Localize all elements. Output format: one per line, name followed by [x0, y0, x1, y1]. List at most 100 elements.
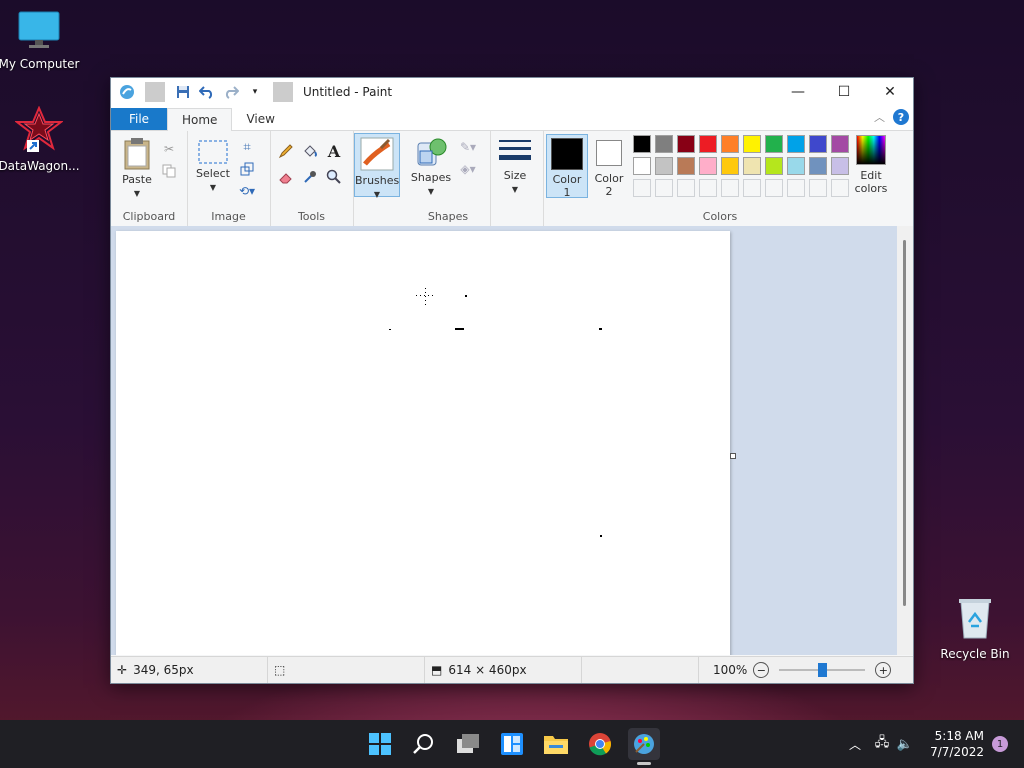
shapes-button[interactable]: Shapes ▼: [410, 137, 452, 197]
empty-color-swatch[interactable]: [809, 179, 827, 197]
canvas-mark: [599, 328, 602, 330]
search-button[interactable]: [408, 728, 440, 760]
color-swatch[interactable]: [699, 135, 717, 153]
color-swatch[interactable]: [721, 135, 739, 153]
zoom-in-icon[interactable]: +: [875, 662, 892, 678]
canvas-resize-handle[interactable]: [730, 453, 736, 459]
resize-icon[interactable]: [237, 159, 257, 179]
clock[interactable]: 5:18 AM 7/7/2022: [926, 728, 984, 760]
desktop-icon-my-computer[interactable]: My Computer: [0, 10, 81, 71]
widgets-button[interactable]: [496, 728, 528, 760]
network-icon[interactable]: 🖧: [870, 733, 894, 755]
magnifier-icon[interactable]: [324, 167, 344, 187]
color-swatch[interactable]: [765, 135, 783, 153]
color-swatch[interactable]: [655, 135, 673, 153]
minimize-button[interactable]: —: [775, 78, 821, 106]
size-button[interactable]: Size ▼: [496, 137, 534, 195]
chrome-button[interactable]: [584, 728, 616, 760]
text-icon[interactable]: A: [324, 141, 344, 161]
vertical-scrollbar[interactable]: [897, 226, 913, 655]
color-swatch[interactable]: [831, 157, 849, 175]
paint-app-icon[interactable]: [117, 82, 137, 102]
empty-color-swatch[interactable]: [655, 179, 673, 197]
color-swatch[interactable]: [677, 135, 695, 153]
color-swatch[interactable]: [633, 135, 651, 153]
color-picker-icon[interactable]: [300, 167, 320, 187]
move-cursor-icon: ✛: [117, 663, 128, 677]
desktop-icon-recycle-bin[interactable]: Recycle Bin: [933, 596, 1017, 661]
fill-shape-icon[interactable]: ◈▾: [458, 159, 478, 179]
customize-qa-icon[interactable]: ▾: [245, 82, 265, 102]
rotate-icon[interactable]: ⟲▾: [237, 181, 257, 201]
group-label: Colors: [702, 210, 738, 223]
shapes-label: Shapes: [410, 171, 452, 184]
color-swatch[interactable]: [633, 157, 651, 175]
divider: [145, 82, 165, 102]
dropdown-arrow-icon: ▼: [209, 183, 217, 192]
empty-color-swatch[interactable]: [633, 179, 651, 197]
close-button[interactable]: ✕: [867, 78, 913, 106]
fill-icon[interactable]: [300, 141, 320, 161]
maximize-button[interactable]: ☐: [821, 78, 867, 106]
show-hidden-icons-icon[interactable]: ︿: [846, 736, 864, 753]
color-swatch[interactable]: [831, 135, 849, 153]
zoom-out-icon[interactable]: −: [753, 662, 770, 678]
empty-color-swatch[interactable]: [743, 179, 761, 197]
copy-icon[interactable]: [159, 161, 179, 181]
brush-icon: [360, 137, 394, 171]
paint-taskbar-button[interactable]: [628, 728, 660, 765]
color1-swatch: [551, 138, 583, 170]
color-swatch[interactable]: [809, 135, 827, 153]
color-swatch[interactable]: [743, 157, 761, 175]
empty-color-swatch[interactable]: [699, 179, 717, 197]
save-icon[interactable]: [173, 82, 193, 102]
color2-button[interactable]: Color 2: [589, 134, 629, 198]
color-swatch[interactable]: [677, 157, 695, 175]
select-button[interactable]: Select ▼: [193, 139, 233, 193]
volume-icon[interactable]: 🔈: [894, 737, 916, 752]
color-swatch[interactable]: [765, 157, 783, 175]
paste-button[interactable]: Paste ▼: [117, 137, 157, 199]
desktop-icon-datawagon[interactable]: DataWagon...: [0, 105, 81, 173]
tab-file[interactable]: File: [111, 108, 167, 130]
folder-icon: [544, 736, 568, 754]
notification-badge[interactable]: 1: [992, 736, 1008, 752]
tab-view[interactable]: View: [232, 108, 288, 130]
color-swatch[interactable]: [655, 157, 673, 175]
color-swatch[interactable]: [809, 157, 827, 175]
empty-color-swatch[interactable]: [831, 179, 849, 197]
ribbon-tabs: File Home View ︿ ?: [111, 106, 913, 131]
color1-button[interactable]: Color 1: [546, 134, 588, 199]
file-explorer-button[interactable]: [540, 728, 572, 760]
pencil-icon[interactable]: [276, 141, 296, 161]
empty-color-swatch[interactable]: [787, 179, 805, 197]
undo-icon[interactable]: [197, 82, 217, 102]
color2-swatch: [596, 140, 622, 166]
color-swatch[interactable]: [787, 157, 805, 175]
zoom-slider-thumb[interactable]: [817, 663, 827, 677]
clock-date: 7/7/2022: [930, 745, 984, 759]
redo-icon[interactable]: [221, 82, 241, 102]
task-view-button[interactable]: [452, 728, 484, 760]
color-swatch[interactable]: [743, 135, 761, 153]
tab-home[interactable]: Home: [167, 108, 233, 131]
outline-icon[interactable]: ✎▾: [458, 137, 478, 157]
empty-color-swatch[interactable]: [721, 179, 739, 197]
cut-icon[interactable]: ✂: [159, 139, 179, 159]
collapse-ribbon-icon[interactable]: ︿: [874, 109, 885, 125]
color-swatch[interactable]: [721, 157, 739, 175]
system-tray: ︿ 🖧 🔈 5:18 AM 7/7/2022 1: [846, 720, 1008, 768]
empty-color-swatch[interactable]: [765, 179, 783, 197]
help-icon[interactable]: ?: [893, 109, 909, 125]
start-button[interactable]: [364, 728, 396, 760]
drawing-canvas[interactable]: [116, 231, 730, 655]
zoom-slider[interactable]: [779, 663, 866, 677]
crop-icon[interactable]: ⌗: [237, 137, 257, 157]
edit-colors-button[interactable]: Edit colors: [851, 135, 891, 195]
empty-color-swatch[interactable]: [677, 179, 695, 197]
color-swatch[interactable]: [787, 135, 805, 153]
brushes-button[interactable]: Brushes ▼: [354, 133, 400, 199]
color-swatch[interactable]: [699, 157, 717, 175]
file-size: [582, 657, 699, 683]
eraser-icon[interactable]: [276, 167, 296, 187]
